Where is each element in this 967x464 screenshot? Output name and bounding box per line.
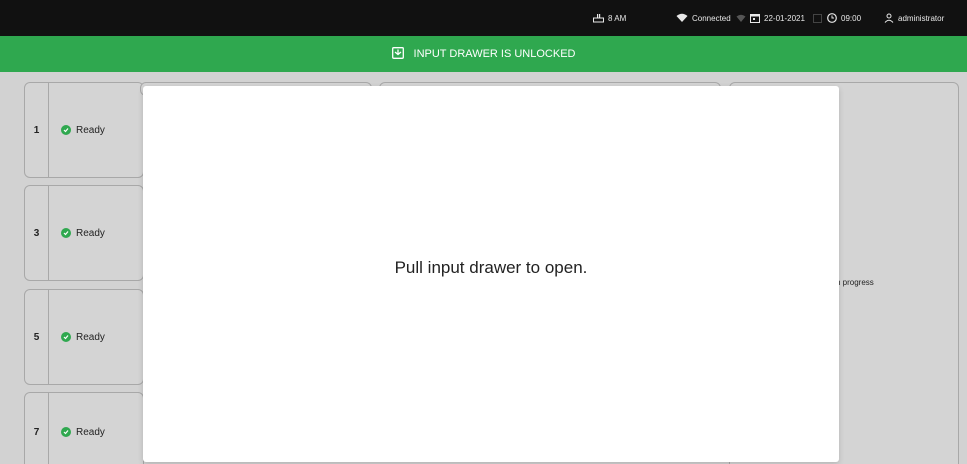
clock-icon xyxy=(827,13,837,23)
drawer-icon xyxy=(391,46,404,62)
slot-card[interactable]: 1 Ready xyxy=(24,82,144,178)
slot-status: Ready xyxy=(61,290,105,384)
banner-text: INPUT DRAWER IS UNLOCKED xyxy=(413,48,576,60)
slot-status: Ready xyxy=(61,83,105,177)
user-label: administrator xyxy=(898,13,945,23)
calendar-icon xyxy=(750,13,760,23)
storage-icon xyxy=(593,13,604,23)
date-display: 22-01-2021 xyxy=(750,0,805,36)
drawer-unlocked-banner: INPUT DRAWER IS UNLOCKED xyxy=(0,36,967,72)
network-status: Connected xyxy=(676,0,731,36)
dialog-message: Pull input drawer to open. xyxy=(394,258,588,277)
signal-indicator xyxy=(736,0,746,36)
signal-icon xyxy=(736,14,746,23)
drawer-dialog: Pull input drawer to open. xyxy=(143,86,839,462)
slot-number: 3 xyxy=(25,186,49,280)
screen-icon xyxy=(813,13,822,23)
slot-status-label: Ready xyxy=(76,124,105,136)
date-label: 22-01-2021 xyxy=(764,13,805,23)
check-icon xyxy=(61,228,71,238)
check-icon xyxy=(61,427,71,437)
storage-label: 8 AM xyxy=(608,13,627,23)
user-icon xyxy=(884,13,894,23)
time-display: 09:00 xyxy=(827,0,861,36)
slot-number: 1 xyxy=(25,83,49,177)
wifi-icon xyxy=(676,13,688,23)
slot-status-label: Ready xyxy=(76,227,105,239)
storage-status: 8 AM xyxy=(593,0,626,36)
slot-card[interactable]: 5 Ready xyxy=(24,289,144,385)
user-menu[interactable]: administrator xyxy=(884,0,944,36)
background-status-text: n progress xyxy=(836,278,874,287)
check-icon xyxy=(61,332,71,342)
slot-status: Ready xyxy=(61,186,105,280)
time-label: 09:00 xyxy=(841,13,862,23)
slot-status-label: Ready xyxy=(76,426,105,438)
slot-status-label: Ready xyxy=(76,331,105,343)
slot-status: Ready xyxy=(61,393,105,464)
slot-card[interactable]: 3 Ready xyxy=(24,185,144,281)
slot-card[interactable]: 7 Ready xyxy=(24,392,144,464)
network-label: Connected xyxy=(692,13,731,23)
slot-number: 7 xyxy=(25,393,49,464)
screen-indicator xyxy=(813,0,822,36)
check-icon xyxy=(61,125,71,135)
status-bar: 8 AM Connected 22-01-2021 09:00 administ… xyxy=(0,0,967,36)
slot-number: 5 xyxy=(25,290,49,384)
